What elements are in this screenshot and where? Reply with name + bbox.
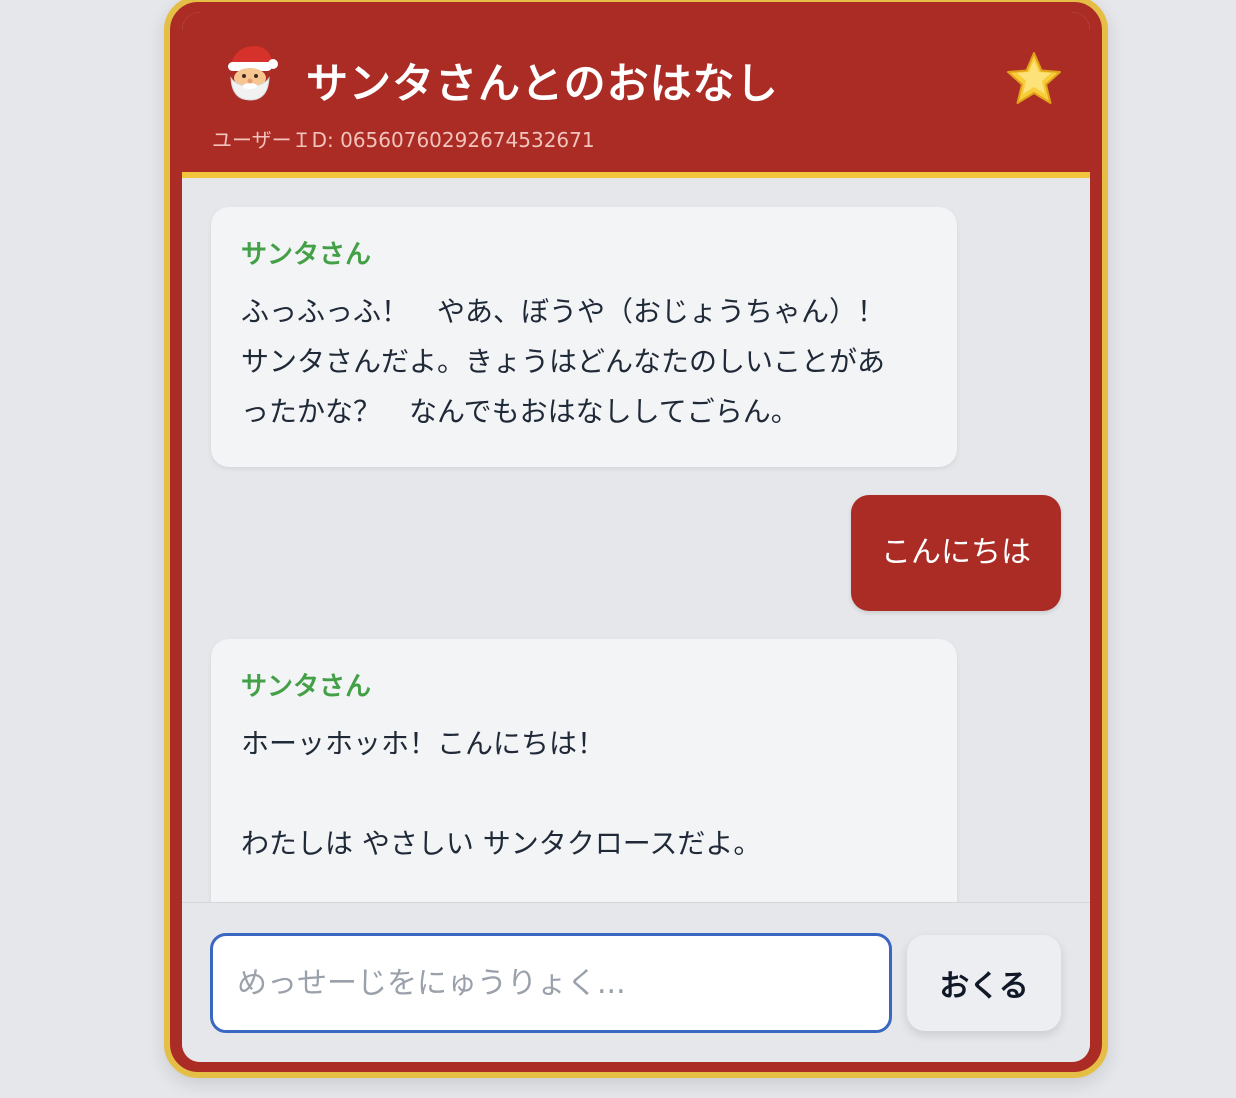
chat-title: サンタさんとのおはなし <box>306 59 779 108</box>
message-text: ホーッホッホ！こんにちは！ わたしは やさしい サンタクロースだよ。 <box>241 727 762 860</box>
speaker-name: サンタさん <box>241 672 372 702</box>
chat-header: サンタさんとのおはなし ユーザーＩD: 06560760292674532671 <box>182 12 1090 178</box>
santa-message: サンタさん ホーッホッホ！こんにちは！ わたしは やさしい サンタクロースだよ。 <box>211 639 957 902</box>
send-button[interactable]: おくる <box>907 935 1061 1031</box>
santa-icon <box>228 46 278 101</box>
message-composer: おくる <box>182 902 1090 1062</box>
star-icon <box>1007 52 1061 104</box>
chat-window: サンタさんとのおはなし ユーザーＩD: 06560760292674532671… <box>182 12 1090 1062</box>
message-text: ふっふっふ！ やあ、ぼうや（おじょうちゃん）！ サンタさんだよ。きょうはどんなた… <box>241 295 886 428</box>
santa-message: サンタさん ふっふっふ！ やあ、ぼうや（おじょうちゃん）！ サンタさんだよ。きょ… <box>211 207 957 467</box>
message-input[interactable] <box>210 933 892 1033</box>
user-id-label: ユーザーＩD: 06560760292674532671 <box>212 128 595 152</box>
message-list[interactable]: サンタさん ふっふっふ！ やあ、ぼうや（おじょうちゃん）！ サンタさんだよ。きょ… <box>182 178 1090 902</box>
speaker-name: サンタさん <box>241 240 372 270</box>
user-message: こんにちは <box>851 495 1061 611</box>
